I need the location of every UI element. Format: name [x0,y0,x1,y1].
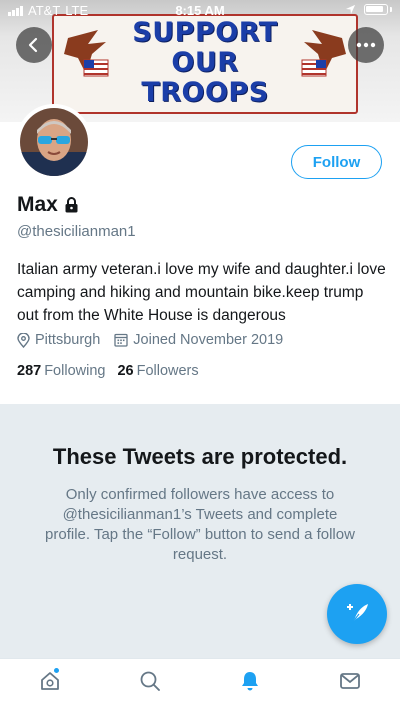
back-arrow-icon [28,37,38,53]
joined-label: Joined November 2019 [133,332,284,348]
follow-counts: 287 Following 26 Followers [17,363,199,379]
battery-tip [390,7,392,12]
name-row: Max [17,193,79,217]
support-our-troops-sign: SUPPORT OUR TROOPS [52,14,358,114]
tab-messages[interactable] [325,661,375,701]
back-button[interactable] [16,27,52,63]
home-notification-dot [53,667,60,674]
compose-feather-icon [347,604,368,624]
profile-photo-icon [20,108,88,176]
tab-home[interactable] [25,661,75,701]
protected-title: These Tweets are protected. [52,444,348,469]
status-bar: AT&T LTE 8:15 AM [0,0,400,22]
bio: Italian army veteran.i love my wife and … [17,261,386,324]
location-arrow-icon [345,4,356,15]
more-options-button[interactable] [348,27,384,63]
joined-item: Joined November 2019 [114,332,283,348]
handle: @thesicilianman1 [17,223,136,240]
following-count: 287 [17,363,42,379]
eagle-flag-icon [301,30,346,77]
followers-label: Followers [136,363,199,379]
search-icon [140,671,160,691]
messages-icon [340,673,360,689]
follow-button[interactable]: Follow [291,145,382,179]
display-name: Max [17,193,58,216]
tab-notifications[interactable] [225,661,275,701]
more-dots-icon [356,42,376,48]
notifications-icon [242,672,258,691]
following-link[interactable]: 287 Following [17,363,105,379]
avatar[interactable] [16,104,92,180]
status-right [345,4,392,15]
protected-description: Only confirmed followers have access to … [45,486,355,563]
lock-icon [65,197,78,213]
profile-meta: Pittsburgh Joined November 2019 [17,332,283,348]
calendar-icon [114,333,128,347]
followers-count: 26 [117,363,134,379]
location-label: Pittsburgh [35,332,101,348]
following-label: Following [44,363,106,379]
location-item: Pittsburgh [17,332,100,348]
bottom-tab-bar [0,658,400,711]
location-pin-icon [17,332,30,348]
tab-search[interactable] [125,661,175,701]
compose-tweet-button[interactable] [327,584,387,644]
followers-link[interactable]: 26 Followers [117,363,198,379]
battery-icon [364,4,388,15]
status-time: 8:15 AM [175,3,225,18]
